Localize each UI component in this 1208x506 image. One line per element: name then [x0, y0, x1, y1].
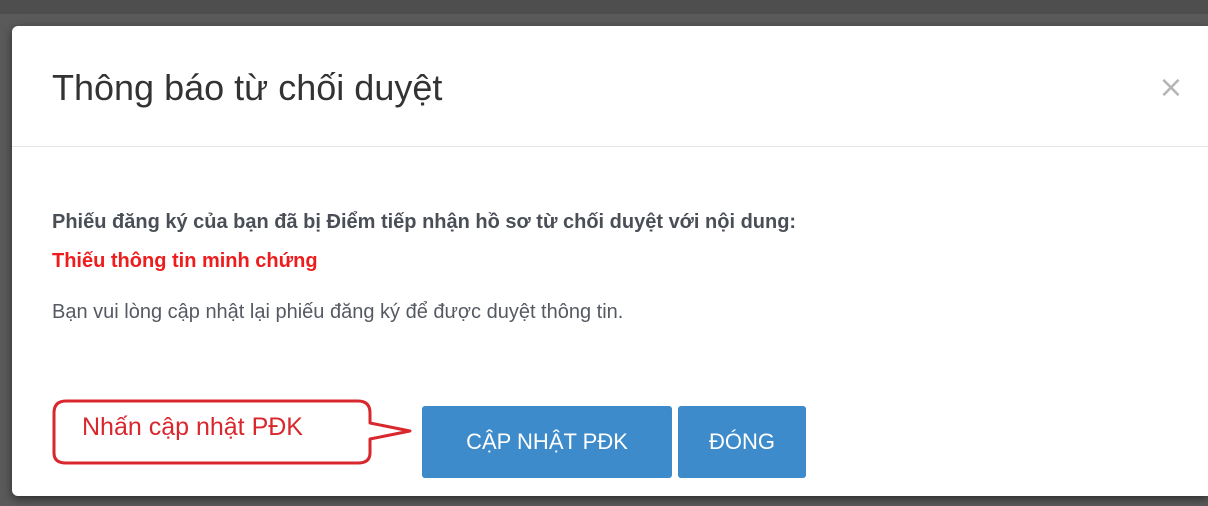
dialog-body: Phiếu đăng ký của bạn đã bị Điểm tiếp nh… — [12, 147, 1208, 377]
reject-message: Phiếu đăng ký của bạn đã bị Điểm tiếp nh… — [52, 211, 797, 233]
update-registration-button[interactable]: CẬP NHẬT PĐK — [422, 406, 672, 478]
close-button[interactable]: ĐÓNG — [678, 406, 806, 478]
instruction-callout: Nhấn cập nhật PĐK — [52, 397, 412, 467]
dialog-header: Thông báo từ chối duyệt × — [12, 26, 1208, 147]
callout-label: Nhấn cập nhật PĐK — [82, 413, 303, 441]
background-strip — [0, 0, 1208, 14]
reject-dialog: Thông báo từ chối duyệt × Phiếu đăng ký … — [12, 26, 1208, 496]
update-hint: Bạn vui lòng cập nhật lại phiếu đăng ký … — [52, 301, 624, 323]
reject-reason: Thiếu thông tin minh chứng — [52, 250, 318, 272]
dialog-title: Thông báo từ chối duyệt — [52, 67, 443, 108]
close-icon[interactable]: × — [1156, 70, 1186, 106]
